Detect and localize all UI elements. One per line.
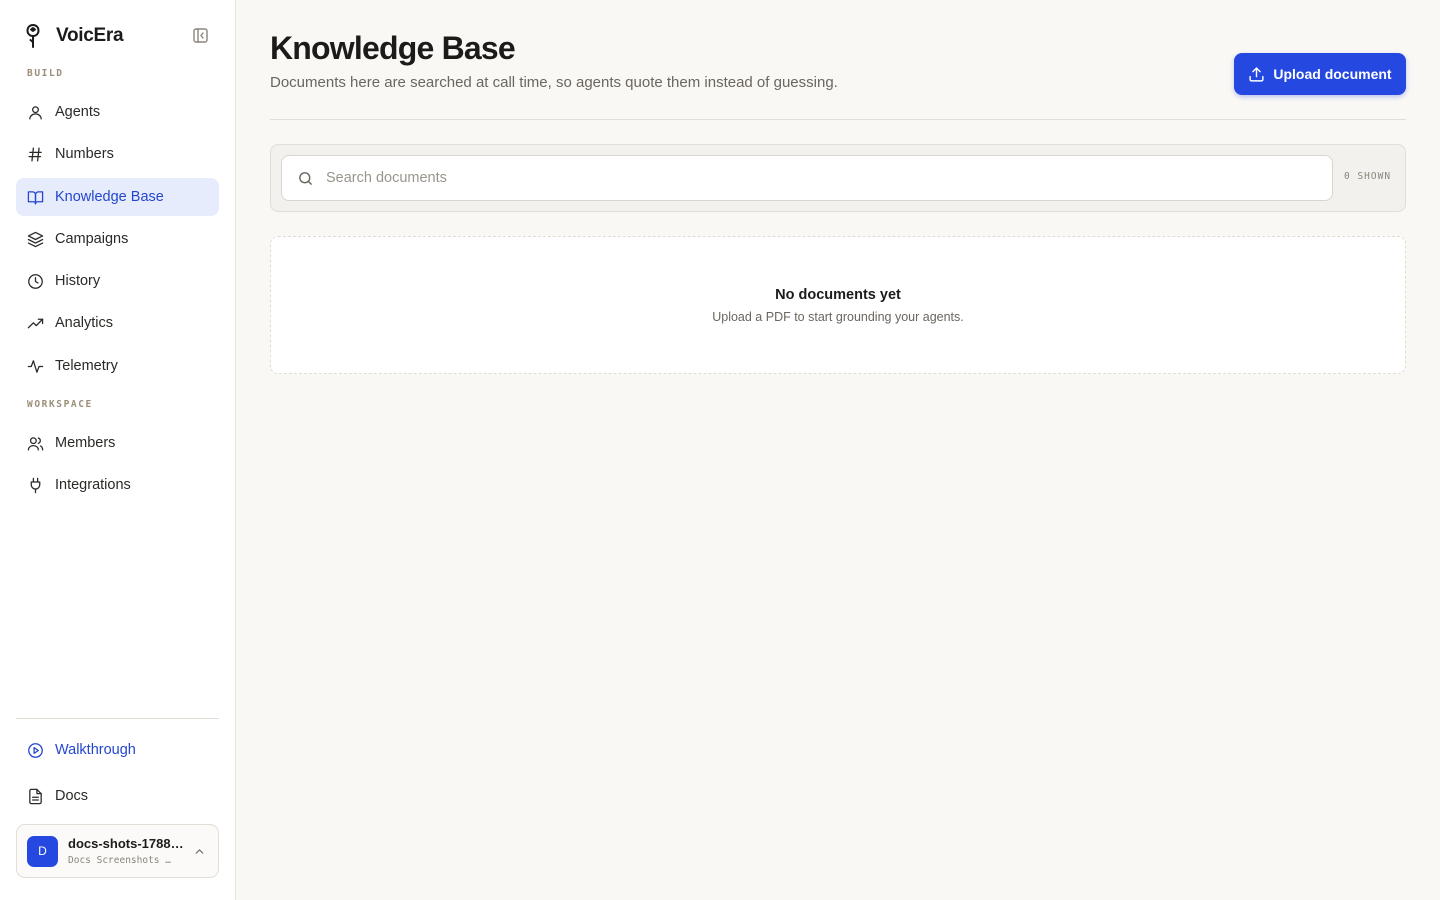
empty-state-title: No documents yet bbox=[775, 287, 901, 303]
main-content: Knowledge Base Documents here are search… bbox=[236, 0, 1440, 900]
upload-document-button[interactable]: Upload document bbox=[1234, 53, 1406, 95]
header-divider bbox=[270, 119, 1406, 120]
sidebar-item-members[interactable]: Members bbox=[16, 424, 219, 462]
page-subtitle: Documents here are searched at call time… bbox=[270, 74, 838, 91]
layers-icon bbox=[26, 230, 44, 248]
sidebar-item-telemetry[interactable]: Telemetry bbox=[16, 347, 219, 385]
search-icon bbox=[297, 170, 314, 187]
sidebar-item-analytics[interactable]: Analytics bbox=[16, 304, 219, 342]
sidebar-collapse-icon[interactable] bbox=[192, 27, 209, 44]
sidebar-item-docs[interactable]: Docs bbox=[16, 777, 219, 815]
search-bar: 0 SHOWN bbox=[270, 144, 1406, 212]
sidebar-item-label: Numbers bbox=[55, 146, 114, 162]
sidebar-item-label: Telemetry bbox=[55, 358, 118, 374]
hash-icon bbox=[26, 145, 44, 163]
sidebar-item-knowledge-base[interactable]: Knowledge Base bbox=[16, 178, 219, 216]
sidebar-item-label: Walkthrough bbox=[55, 742, 136, 758]
page-title: Knowledge Base bbox=[270, 30, 516, 66]
search-input[interactable] bbox=[326, 156, 1316, 200]
sidebar-item-label: Knowledge Base bbox=[55, 189, 164, 205]
sidebar: VoicEra BUILD Agents Numbers Knowledge B… bbox=[0, 0, 236, 900]
user-icon bbox=[26, 103, 44, 121]
plug-icon bbox=[26, 476, 44, 494]
account-name: docs-shots-1788… bbox=[68, 836, 184, 851]
chevron-up-icon bbox=[193, 845, 206, 858]
sidebar-item-label: Members bbox=[55, 435, 116, 451]
sidebar-divider bbox=[16, 718, 219, 719]
sidebar-item-campaigns[interactable]: Campaigns bbox=[16, 220, 219, 258]
sidebar-item-agents[interactable]: Agents bbox=[16, 93, 219, 131]
play-circle-icon bbox=[26, 741, 44, 759]
sidebar-item-label: Analytics bbox=[55, 315, 114, 331]
account-switcher[interactable]: D docs-shots-1788… Docs Screenshots … bbox=[16, 824, 219, 878]
empty-state-subtitle: Upload a PDF to start grounding your age… bbox=[712, 310, 964, 324]
empty-state: No documents yet Upload a PDF to start g… bbox=[270, 236, 1406, 374]
sidebar-item-label: Agents bbox=[55, 104, 101, 120]
file-text-icon bbox=[26, 787, 44, 805]
account-text: docs-shots-1788… Docs Screenshots … bbox=[68, 836, 186, 866]
upload-icon bbox=[1248, 66, 1265, 83]
section-label-build: BUILD bbox=[27, 68, 64, 79]
sidebar-item-label: History bbox=[55, 273, 101, 289]
sidebar-item-walkthrough[interactable]: Walkthrough bbox=[16, 731, 219, 769]
app-name: VoicEra bbox=[56, 25, 124, 46]
sidebar-item-label: Integrations bbox=[55, 477, 131, 493]
shown-count: 0 SHOWN bbox=[1344, 171, 1392, 182]
activity-icon bbox=[26, 357, 44, 375]
account-subtitle: Docs Screenshots … bbox=[68, 855, 171, 866]
trending-up-icon bbox=[26, 314, 44, 332]
book-icon bbox=[26, 188, 44, 206]
upload-button-label: Upload document bbox=[1273, 66, 1392, 82]
clock-icon bbox=[26, 272, 44, 290]
sidebar-item-numbers[interactable]: Numbers bbox=[16, 135, 219, 173]
search-field[interactable] bbox=[281, 155, 1333, 201]
sidebar-item-history[interactable]: History bbox=[16, 262, 219, 300]
microphone-logo-icon bbox=[24, 23, 42, 49]
sidebar-item-integrations[interactable]: Integrations bbox=[16, 466, 219, 504]
sidebar-item-label: Docs bbox=[55, 788, 89, 804]
brand[interactable]: VoicEra bbox=[24, 22, 124, 50]
sidebar-item-label: Campaigns bbox=[55, 231, 129, 247]
users-icon bbox=[26, 434, 44, 452]
section-label-workspace: WORKSPACE bbox=[27, 399, 93, 410]
avatar: D bbox=[27, 835, 58, 867]
